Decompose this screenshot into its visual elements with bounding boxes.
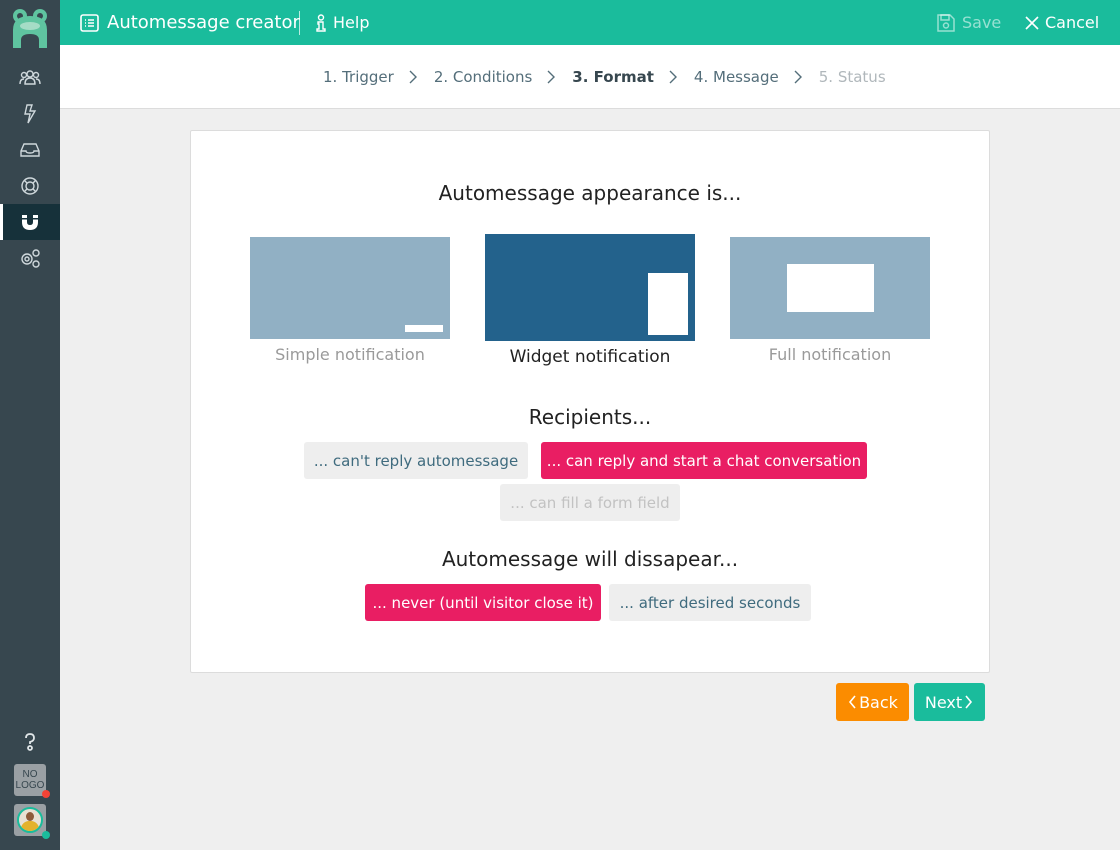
sidebar-item-contacts[interactable] [0,60,60,96]
chevron-right-icon [965,695,973,709]
page-title: Automessage creator [107,12,300,33]
disappear-never-button[interactable]: ... never (until visitor close it) [365,584,601,621]
divider [299,11,300,35]
widget-notification-preview [485,234,695,341]
chevron-left-icon [849,695,856,709]
chevron-right-icon [547,70,556,84]
disappear-heading: Automessage will dissapear... [441,547,739,571]
chevron-right-icon [669,70,677,84]
step-status: 5. Status [818,68,886,86]
header-bar: Automessage creator Help Save Cancel [60,0,1120,45]
chevron-right-icon [794,70,802,84]
sidebar-item-inbox[interactable] [0,132,60,168]
simple-notification-preview [250,237,450,339]
appearance-option-widget[interactable]: Widget notification [485,234,695,367]
format-card: Automessage appearance is... Simple noti… [190,130,990,673]
floppy-disk-icon [937,13,955,32]
recipients-cant-reply-button[interactable]: ... can't reply automessage [304,442,528,479]
disappear-after-seconds-button[interactable]: ... after desired seconds [609,584,811,621]
help-link[interactable]: Help [315,0,369,45]
appearance-heading: Automessage appearance is... [438,181,742,205]
appearance-option-full[interactable]: Full notification [730,237,930,364]
recipients-can-reply-button[interactable]: ... can reply and start a chat conversat… [541,442,867,479]
breadcrumb: 1. Trigger 2. Conditions 3. Format 4. Me… [323,45,886,109]
inbox-icon [20,143,40,157]
wizard-steps-bar: 1. Trigger 2. Conditions 3. Format 4. Me… [60,45,1120,109]
step-message[interactable]: 4. Message [694,68,779,86]
list-icon [80,13,99,32]
settings-gears-icon [21,249,40,268]
step-trigger[interactable]: 1. Trigger [323,68,394,86]
full-notification-preview [730,237,930,339]
sidebar-help[interactable] [0,724,60,760]
step-format[interactable]: 3. Format [572,68,654,86]
status-dot-online [42,831,50,839]
info-person-icon [316,13,326,32]
sidebar-item-automessages[interactable] [0,204,60,240]
back-button[interactable]: Back [836,683,909,721]
sidebar-item-support[interactable] [0,168,60,204]
question-icon [25,733,35,751]
option-label: Simple notification [275,345,425,364]
magnet-icon [22,215,38,230]
lifebuoy-icon [21,177,39,195]
option-label: Widget notification [509,347,671,367]
save-button[interactable]: Save [937,0,1001,45]
users-icon [19,70,41,85]
user-avatar[interactable] [14,804,50,839]
recipients-heading: Recipients... [528,405,652,429]
chevron-right-icon [409,70,417,84]
frog-logo-icon[interactable] [10,8,50,50]
company-logo-placeholder[interactable]: NO LOGO [14,764,50,798]
cancel-button[interactable]: Cancel [1025,0,1099,45]
no-logo-text: LOGO [15,780,45,791]
no-logo-text: NO [22,769,38,780]
status-dot-offline [42,790,50,798]
sidebar-item-settings[interactable] [0,240,60,276]
sidebar-item-automations[interactable] [0,96,60,132]
close-icon [1025,15,1039,30]
next-button[interactable]: Next [914,683,985,721]
option-label: Full notification [768,345,892,364]
lightning-icon [24,104,37,124]
appearance-option-simple[interactable]: Simple notification [250,237,450,364]
step-conditions[interactable]: 2. Conditions [434,68,532,86]
recipients-form-field-button: ... can fill a form field [500,484,680,521]
sidebar: NO LOGO [0,0,60,850]
